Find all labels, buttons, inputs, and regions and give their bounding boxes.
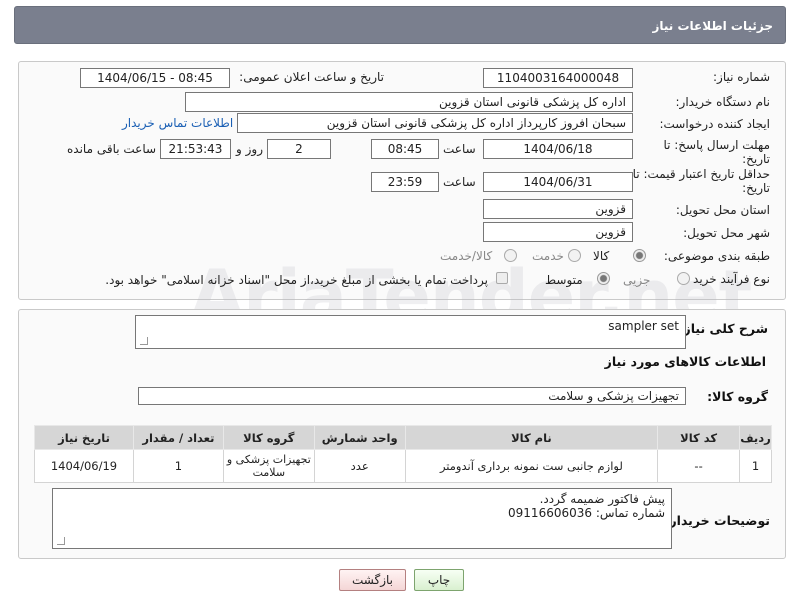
buyer-notes-line-1: پیش فاکتور ضمیمه گردد. [539, 492, 665, 506]
resize-grip-icon[interactable] [57, 537, 65, 545]
process-minor-radio[interactable] [677, 272, 690, 285]
col-unit-header: واحد شمارش [313, 425, 406, 450]
category-goods-radio[interactable] [633, 249, 646, 262]
buyer-notes-line-2: شماره تماس: 09116606036 [508, 506, 665, 520]
col-name-header: نام کالا [404, 425, 659, 450]
resize-grip-icon[interactable] [140, 337, 148, 345]
page-title: جزئیات اطلاعات نیاز [652, 19, 773, 33]
city-field: قزوین [483, 222, 633, 242]
cell-group: تجهیزات پزشکی و سلامت [222, 449, 315, 483]
need-summary-field: sampler set [135, 315, 686, 349]
goods-group-field: تجهیزات پزشکی و سلامت [138, 387, 686, 405]
buyer-notes-label: توضیحات خریدار: [664, 513, 770, 528]
category-service-label: خدمت [532, 249, 564, 263]
page-header: جزئیات اطلاعات نیاز [14, 6, 786, 44]
treasury-payment-checkbox[interactable] [496, 272, 508, 284]
category-goods-service-radio[interactable] [504, 249, 517, 262]
back-button[interactable]: بازگشت [339, 569, 406, 591]
requester-label: ایجاد کننده درخواست: [659, 117, 770, 131]
validity-time-label: ساعت [443, 175, 476, 189]
buyer-contact-link[interactable]: اطلاعات تماس خریدار [122, 116, 233, 130]
process-type-label: نوع فرآیند خرید : [685, 272, 770, 286]
province-label: استان محل تحویل: [675, 203, 770, 217]
goods-group-label: گروه کالا: [707, 389, 768, 404]
category-goods-label: کالا [593, 249, 610, 263]
remaining-time-label: ساعت باقی مانده [67, 142, 157, 156]
deadline-label: مهلت ارسال پاسخ: تا تاریخ: [663, 138, 770, 166]
validity-date-field: 1404/06/31 [483, 172, 633, 192]
deadline-time-field: 08:45 [371, 139, 439, 159]
col-group-header: گروه کالا [222, 425, 315, 450]
validity-time-field: 23:59 [371, 172, 439, 192]
cell-name: لوازم جانبی ست نمونه برداری آندومتر [404, 449, 659, 483]
cell-qty: 1 [133, 449, 224, 483]
category-label: طبقه بندی موضوعی: [663, 249, 770, 263]
goods-table: ردیف کد کالا نام کالا واحد شمارش گروه کا… [34, 425, 772, 483]
goods-info-title: اطلاعات کالاهای مورد نیاز [604, 354, 766, 369]
need-number-label: شماره نیاز: [713, 70, 770, 84]
need-number-field: 1104003164000048 [483, 68, 633, 88]
buyer-org-label: نام دستگاه خریدار: [675, 95, 771, 109]
process-minor-label: جزیی [623, 273, 651, 287]
buyer-org-field: اداره کل پزشکی قانونی استان قزوین [185, 92, 633, 112]
print-button[interactable]: چاپ [414, 569, 464, 591]
cell-row: 1 [739, 449, 772, 483]
col-row-header: ردیف [739, 425, 772, 450]
announce-datetime-field: 1404/06/15 - 08:45 [80, 68, 230, 88]
cell-code: -- [657, 449, 741, 483]
category-service-radio[interactable] [568, 249, 581, 262]
remaining-time-field: 21:53:43 [160, 139, 231, 159]
buyer-notes-field: پیش فاکتور ضمیمه گردد. شماره تماس: 09116… [52, 488, 672, 549]
need-summary-text: sampler set [608, 319, 679, 333]
table-header-row: ردیف کد کالا نام کالا واحد شمارش گروه کا… [34, 425, 772, 450]
category-goods-service-label: کالا/خدمت [440, 249, 493, 263]
col-qty-header: تعداد / مقدار [133, 425, 224, 450]
process-medium-label: متوسط [545, 273, 583, 287]
cell-date: 1404/06/19 [34, 449, 134, 483]
announce-datetime-label: تاریخ و ساعت اعلان عمومی: [239, 70, 384, 84]
cell-unit: عدد [313, 449, 406, 483]
requester-field: سبحان افروز کارپرداز اداره کل پزشکی قانو… [237, 113, 633, 133]
table-row: 1 -- لوازم جانبی ست نمونه برداری آندومتر… [34, 449, 772, 483]
deadline-date-field: 1404/06/18 [483, 139, 633, 159]
col-date-header: تاریخ نیاز [34, 425, 134, 450]
days-label: روز و [236, 142, 263, 156]
days-remaining-field: 2 [267, 139, 331, 159]
treasury-payment-note: پرداخت تمام یا بخشی از مبلغ خرید،از محل … [105, 273, 488, 287]
min-validity-label: حداقل تاریخ اعتبار قیمت: تا تاریخ: [632, 167, 770, 195]
province-field: قزوین [483, 199, 633, 219]
col-code-header: کد کالا [657, 425, 741, 450]
process-medium-radio[interactable] [597, 272, 610, 285]
deadline-time-label: ساعت [443, 142, 476, 156]
need-summary-label: شرح کلی نیاز: [678, 321, 768, 336]
city-label: شهر محل تحویل: [683, 226, 770, 240]
